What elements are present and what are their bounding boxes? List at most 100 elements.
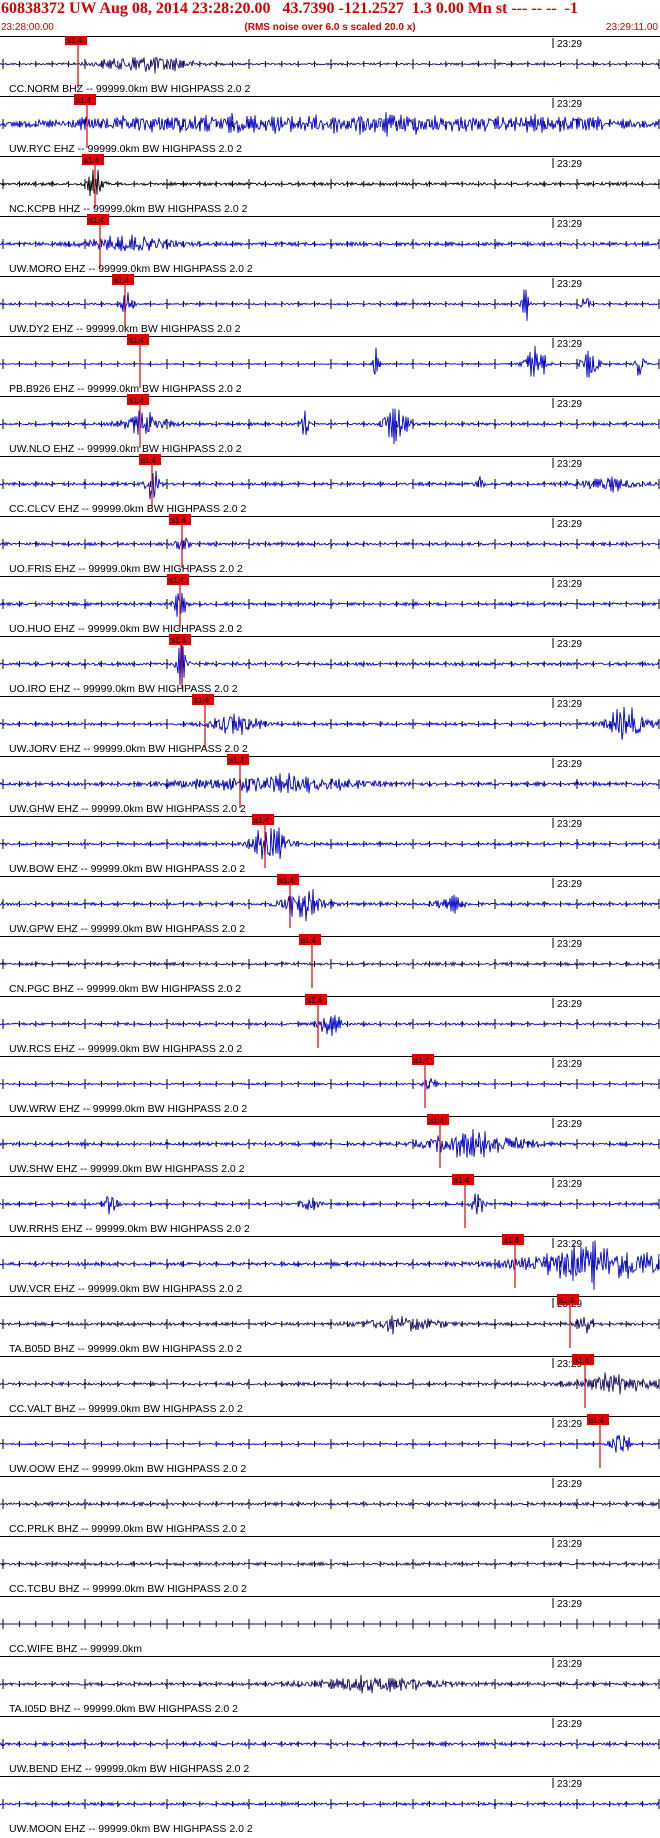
pick-label: s1.4: [279, 876, 295, 885]
trace-20: 23:29 s1.4 UW.VCR EHZ -- 99999.0km BW HIGH…: [0, 1234, 660, 1295]
station-label: UW.OOW EHZ -- 99999.0km BW HIGHPASS 2.0 …: [9, 1463, 246, 1475]
station-label: UW.RCS EHZ -- 99999.0km BW HIGHPASS 2.0 …: [9, 1043, 242, 1055]
station-label: TA.B05D BHZ -- 99999.0km BW HIGHPASS 2.0…: [9, 1343, 242, 1355]
station-label: CC.WIFE BHZ -- 99999.0km: [9, 1643, 142, 1655]
station-label: NC.KCPB HHZ -- 99999.0km BW HIGHPASS 2.0…: [9, 203, 248, 215]
pick-label: s1.4: [254, 816, 270, 825]
trace-21: 23:29s1.4TA.B05D BHZ -- 99999.0km BW HIG…: [0, 1294, 660, 1355]
pick-label: s1.4: [414, 1056, 430, 1065]
station-label: CC.TCBU BHZ -- 99999.0km BW HIGHPASS 2.0…: [9, 1583, 247, 1595]
trace-25: 23:29 CC.TCBU BHZ -- 99999.0km BW HIGHPAS…: [0, 1536, 660, 1595]
pick-label: s1.4: [229, 756, 245, 765]
trace-23: 23:29 s1.4 UW.OOW EHZ -- 99999.0km BW HIGH…: [0, 1414, 660, 1475]
waveform: [0, 1674, 660, 1694]
station-label: UW.MOON EHZ -- 99999.0km BW HIGHPASS 2.0…: [9, 1823, 253, 1835]
station-label: CC.NORM BHZ -- 99999.0km BW HIGHPASS 2.0…: [9, 83, 251, 95]
minute-label: 23:29: [557, 1119, 582, 1130]
pick-label: s1.4: [76, 96, 92, 105]
trace-22: 23:29s1.4CC.VALT BHZ -- 99999.0km BW HIG…: [0, 1354, 660, 1415]
trace-0: 23:29 s1.4 CC.NORM BHZ -- 99999.0km BW HIG…: [0, 36, 660, 95]
station-label: UW.GPW EHZ -- 99999.0km BW HIGHPASS 2.0 …: [9, 923, 245, 935]
minute-label: 23:29: [557, 879, 582, 890]
trace-11: 23:29 s1.4 UW.JORV EHZ -- 99999.0km BW HIG…: [0, 694, 660, 755]
trace-6: 23:29 s1.4 UW.NLO EHZ -- 99999.0km BW HIGH…: [0, 394, 660, 455]
trace-4: 23:29 s1.4 UW.DY2 EHZ -- 99999.0km BW HIGH…: [0, 274, 660, 335]
trace-16: 23:29 s1.4 UW.RCS EHZ -- 99999.0km BW HIGH…: [0, 994, 660, 1055]
waveform: [0, 1315, 660, 1335]
waveform: [0, 1078, 660, 1090]
minute-label: 23:29: [557, 639, 582, 650]
pick-label: s1.4: [307, 996, 323, 1005]
pick-label: s1.4: [67, 36, 83, 45]
station-label: TA.I05D BHZ -- 99999.0km BW HIGHPASS 2.0…: [9, 1703, 238, 1715]
minute-label: 23:29: [557, 1719, 582, 1730]
trace-18: 23:29 s1.4 UW.SHW EHZ -- 99999.0km BW HIGH…: [0, 1114, 660, 1175]
waveform: [0, 1434, 660, 1453]
minute-label: 23:29: [557, 699, 582, 710]
minute-label: 23:29: [557, 339, 582, 350]
waveform: [0, 234, 660, 252]
minute-label: 23:29: [557, 1539, 582, 1550]
station-label: UW.SHW EHZ -- 99999.0km BW HIGHPASS 2.0 …: [9, 1163, 245, 1175]
pick-label: s1.4: [89, 216, 105, 225]
trace-24: 23:29 CC.PRLK BHZ -- 99999.0km BW HIGHPAS…: [0, 1476, 660, 1535]
station-label: CN.PGC BHZ -- 99999.0km BW HIGHPASS 2.0 …: [9, 983, 241, 995]
station-label: CC.CLCV EHZ -- 99999.0km BW HIGHPASS 2.0…: [9, 503, 246, 515]
pick-label: s1.4: [84, 156, 100, 165]
minute-label: 23:29: [557, 579, 582, 590]
pick-label: s1.4: [301, 936, 317, 945]
pick-label: s1.4: [429, 1116, 445, 1125]
minute-label: 23:29: [557, 219, 582, 230]
waveform: [0, 1372, 660, 1395]
minute-label: 23:29: [557, 1419, 582, 1430]
minute-label: 23:29: [557, 99, 582, 110]
station-label: UW.BOW EHZ -- 99999.0km BW HIGHPASS 2.0 …: [9, 863, 245, 875]
minute-label: 23:29: [557, 459, 582, 470]
minute-label: 23:29: [557, 1239, 582, 1250]
station-label: UW.VCR EHZ -- 99999.0km BW HIGHPASS 2.0 …: [9, 1283, 242, 1295]
minute-label: 23:29: [557, 1479, 582, 1490]
station-label: UW.RYC EHZ -- 99999.0km BW HIGHPASS 2.0 …: [9, 143, 242, 155]
station-label: CC.VALT BHZ -- 99999.0km BW HIGHPASS 2.0…: [9, 1403, 243, 1415]
trace-8: 23:29 s1.4 UO.FRIS EHZ -- 99999.0km BW HIG…: [0, 514, 660, 575]
station-label: UW.GHW EHZ -- 99999.0km BW HIGHPASS 2.0 …: [9, 803, 246, 815]
trace-15: 23:29 s1.4 CN.PGC BHZ -- 99999.0km BW HIGH…: [0, 934, 660, 995]
station-label: UW.WRW EHZ -- 99999.0km BW HIGHPASS 2.0 …: [9, 1103, 247, 1115]
pick-label: s1.4: [141, 456, 157, 465]
trace-9: 23:29 s1.4 UO.HUO EHZ -- 99999.0km BW HIGH…: [0, 574, 660, 635]
pick-label: s1.4: [194, 696, 210, 705]
trace-13: 23:29 s1.4 UW.BOW EHZ -- 99999.0km BW HIGH…: [0, 814, 660, 875]
station-label: UW.RRHS EHZ -- 99999.0km BW HIGHPASS 2.0…: [9, 1223, 250, 1235]
header: 60838372 UW Aug 08, 2014 23:28:20.00 43.…: [0, 0, 660, 36]
minute-label: 23:29: [557, 939, 582, 950]
trace-27: 23:29 TA.I05D BHZ -- 99999.0km BW HIGHPAS…: [0, 1656, 660, 1715]
station-label: UW.NLO EHZ -- 99999.0km BW HIGHPASS 2.0 …: [9, 443, 242, 455]
minute-label: 23:29: [557, 399, 582, 410]
trace-12: 23:29 s1.4 UW.GHW EHZ -- 99999.0km BW HIGH…: [0, 754, 660, 815]
minute-label: 23:29: [557, 1599, 582, 1610]
pick-label: s1.4: [504, 1236, 520, 1245]
event-title: 60838372 UW Aug 08, 2014 23:28:20.00 43.…: [1, 0, 578, 17]
trace-3: 23:29 s1.4 UW.MORO EHZ -- 99999.0km BW HIG…: [0, 214, 660, 275]
trace-5: 23:29 s1.4 PB.B926 EHZ -- 99999.0km BW HIG…: [0, 334, 660, 395]
pick-label: s1.4: [171, 516, 187, 525]
trace-2: 23:29 s1.4 NC.KCPB HHZ -- 99999.0km BW HIG…: [0, 154, 660, 215]
station-label: UO.FRIS EHZ -- 99999.0km BW HIGHPASS 2.0…: [9, 563, 243, 575]
station-label: CC.PRLK BHZ -- 99999.0km BW HIGHPASS 2.0…: [9, 1523, 246, 1535]
trace-28: 23:29 UW.BEND EHZ -- 99999.0km BW HIGHPAS…: [0, 1716, 660, 1775]
minute-label: 23:29: [557, 999, 582, 1010]
pick-label: s1.4: [129, 396, 145, 405]
pick-label: s1.4: [129, 336, 145, 345]
trace-26: 23:29 CC.WIFE BHZ -- 99999.0km: [0, 1596, 660, 1655]
minute-label: 23:29: [557, 1179, 582, 1190]
trace-1: 23:29 s1.4 UW.RYC EHZ -- 99999.0km BW HIGH…: [0, 94, 660, 155]
trace-29: 23:29 UW.MOON EHZ -- 99999.0km BW HIGHPAS…: [0, 1776, 660, 1835]
trace-10: 23:29 s1.4 UO.IRO EHZ -- 99999.0km BW HIGH…: [0, 634, 660, 695]
station-label: UO.HUO EHZ -- 99999.0km BW HIGHPASS 2.0 …: [9, 623, 242, 635]
pick-label: s1.4: [114, 276, 130, 285]
pick-label: s1.4: [454, 1176, 470, 1185]
station-label: PB.B926 EHZ -- 99999.0km BW HIGHPASS 2.0…: [9, 383, 242, 395]
minute-label: 23:29: [557, 159, 582, 170]
minute-label: 23:29: [557, 819, 582, 830]
pick-label: s1.4: [589, 1416, 605, 1425]
